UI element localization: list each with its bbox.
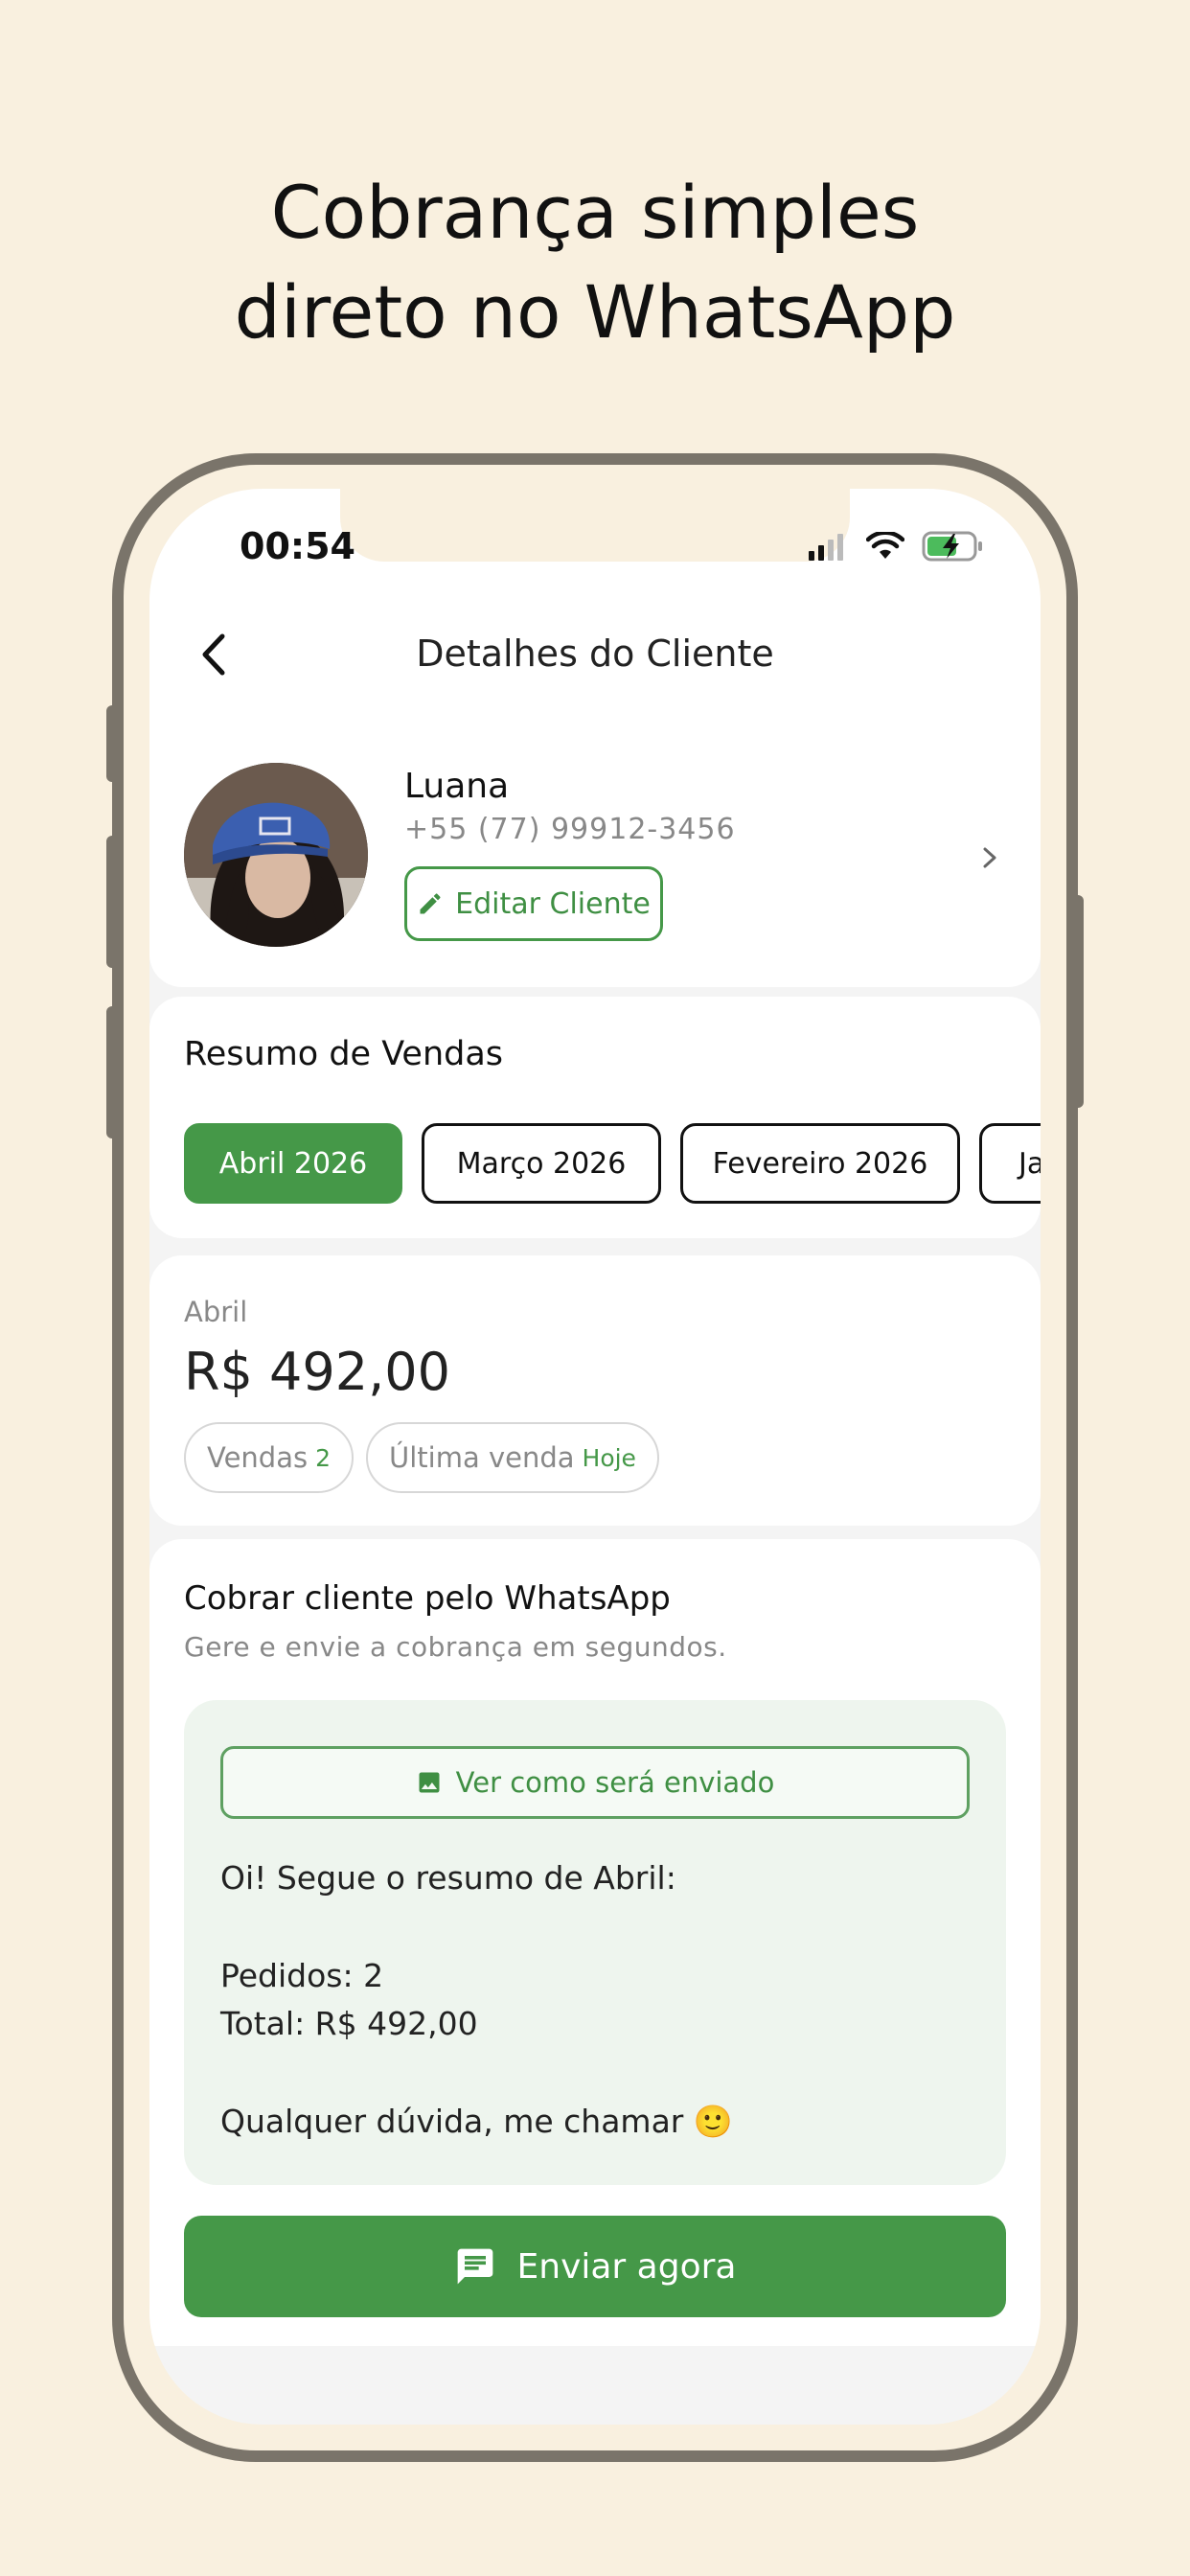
- message-line-text: Qualquer dúvida, me chamar: [220, 2103, 684, 2140]
- pencil-icon: [420, 893, 441, 914]
- charge-title: Cobrar cliente pelo WhatsApp: [184, 1579, 671, 1618]
- month-chip[interactable]: Ja: [979, 1123, 1041, 1204]
- phone-screen: 00:54 Detalhes do Cliente Luana +55 (77)…: [149, 489, 1041, 2425]
- edit-client-button[interactable]: Editar Cliente: [404, 866, 663, 941]
- message-line: Pedidos: 2: [220, 1957, 384, 1994]
- status-time: 00:54: [240, 525, 355, 567]
- client-phone: +55 (77) 99912-3456: [404, 813, 736, 846]
- battery-charging-icon: [922, 531, 982, 562]
- last-sale-label: Última venda: [389, 1441, 575, 1474]
- last-sale-badge: Última venda Hoje: [366, 1422, 659, 1493]
- client-name: Luana: [404, 767, 510, 806]
- headline-line-1: Cobrança simples: [270, 170, 920, 255]
- sales-summary-title: Resumo de Vendas: [184, 1035, 504, 1073]
- month-chip[interactable]: Abril 2026: [184, 1123, 402, 1204]
- headline-line-2: direto no WhatsApp: [234, 269, 956, 355]
- message-line: Qualquer dúvida, me chamar 🙂: [220, 2103, 733, 2141]
- send-now-label: Enviar agora: [516, 2246, 737, 2287]
- smile-emoji: 🙂: [693, 2103, 733, 2140]
- message-line: Oi! Segue o resumo de Abril:: [220, 1859, 676, 1897]
- charge-subtitle: Gere e envie a cobrança em segundos.: [184, 1631, 727, 1663]
- month-chips: Abril 2026 Março 2026 Fevereiro 2026 Ja: [184, 1123, 1041, 1204]
- summary-month: Abril: [184, 1296, 248, 1328]
- message-line: Total: R$ 492,00: [220, 2005, 478, 2042]
- send-now-button[interactable]: Enviar agora: [184, 2216, 1006, 2317]
- phone-side-button: [106, 836, 118, 968]
- message-icon: [457, 2248, 492, 2285]
- image-icon: [419, 1772, 440, 1793]
- sales-count-value: 2: [315, 1443, 332, 1472]
- avatar-image: [184, 763, 368, 947]
- phone-side-button: [106, 1006, 118, 1138]
- headline: Cobrança simples direto no WhatsApp: [0, 163, 1190, 362]
- wifi-icon: [866, 532, 904, 559]
- preview-message-button[interactable]: Ver como será enviado: [220, 1746, 970, 1819]
- preview-message-label: Ver como será enviado: [455, 1766, 775, 1799]
- phone-side-button: [106, 705, 118, 782]
- sales-count-badge: Vendas 2: [184, 1422, 355, 1493]
- last-sale-value: Hoje: [582, 1443, 636, 1472]
- chevron-right-icon[interactable]: [975, 843, 1004, 872]
- cellular-signal-icon: [809, 534, 843, 561]
- client-avatar[interactable]: [184, 763, 368, 947]
- phone-side-button: [1072, 895, 1084, 1108]
- edit-client-label: Editar Cliente: [455, 886, 651, 921]
- month-chip[interactable]: Fevereiro 2026: [680, 1123, 960, 1204]
- status-icons: [807, 531, 985, 562]
- phone-notch: [340, 489, 850, 562]
- sales-count-label: Vendas: [207, 1441, 309, 1474]
- summary-amount: R$ 492,00: [184, 1342, 450, 1402]
- month-chip[interactable]: Março 2026: [422, 1123, 661, 1204]
- page-title: Detalhes do Cliente: [416, 632, 774, 675]
